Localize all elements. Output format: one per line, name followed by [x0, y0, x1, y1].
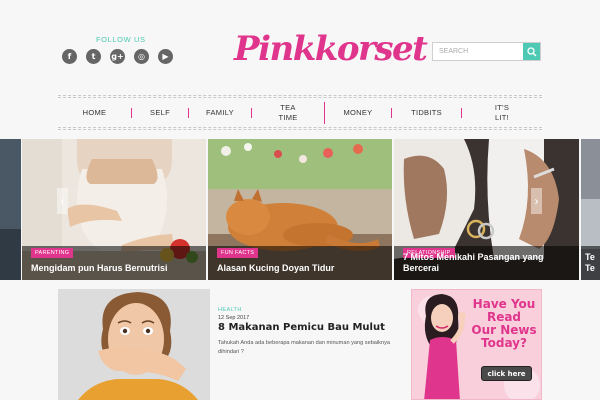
slider-next-button[interactable]: ›	[531, 188, 542, 214]
nav-item-self[interactable]: SELF	[132, 99, 188, 126]
article-date: 12 Sep 2017	[218, 315, 250, 321]
slide-title-line: Bercerai	[403, 263, 440, 273]
slide-title[interactable]: 7 Mitos Menikahi Pasangan yang Bercerai	[403, 252, 544, 274]
nav-item-family[interactable]: FAMILY	[189, 99, 251, 126]
twitter-icon[interactable]: t	[86, 49, 101, 64]
nav-item-its-lit[interactable]: IT'S LIT!	[462, 99, 542, 126]
facebook-icon[interactable]: f	[62, 49, 77, 64]
slider-prev-button[interactable]: ‹	[57, 188, 68, 214]
slide-title-line: Te	[585, 263, 595, 273]
instagram-icon[interactable]: ◎	[134, 49, 149, 64]
slide-partial-right[interactable]: Te Te	[581, 139, 600, 280]
google-plus-icon[interactable]: g+	[110, 49, 125, 64]
news-ad-banner[interactable]: Have You Read Our News Today? click here	[411, 289, 542, 400]
nav-bottom-divider-2	[58, 129, 542, 130]
nav-label: IT'S	[494, 102, 510, 112]
slide-title[interactable]: Alasan Kucing Doyan Tidur	[217, 263, 334, 274]
featured-slider: PARENTING Mengidam pun Harus Bernutrisi …	[0, 139, 600, 280]
slide-relationship[interactable]: RELATIONSHIP 7 Mitos Menikahi Pasangan y…	[394, 139, 579, 280]
main-nav: HOME SELF FAMILY TEA TIME MONEY TIDBITS …	[58, 99, 542, 126]
ad-click-here-button[interactable]: click here	[481, 366, 532, 381]
slide-category-badge[interactable]: PARENTING	[31, 248, 74, 258]
article-excerpt: Tahukah Anda ada beberapa makanan dan mi…	[218, 340, 390, 355]
nav-item-tea-time[interactable]: TEA TIME	[252, 99, 324, 126]
search-input[interactable]	[433, 43, 523, 60]
search-icon	[526, 46, 536, 56]
nav-label: TEA	[280, 102, 296, 112]
slide-partial-left[interactable]	[0, 139, 21, 280]
nav-label: FAMILY	[206, 107, 234, 117]
slide-title[interactable]: Te Te	[585, 252, 595, 274]
nav-item-tidbits[interactable]: TIDBITS	[392, 99, 461, 126]
slide-title[interactable]: Mengidam pun Harus Bernutrisi	[31, 263, 168, 274]
nav-item-money[interactable]: MONEY	[325, 99, 391, 126]
article-thumbnail[interactable]	[58, 289, 210, 400]
ad-headline: Have You Read Our News Today?	[468, 298, 540, 350]
nav-label: TIDBITS	[411, 107, 442, 117]
follow-us-label: FOLLOW US	[96, 35, 146, 44]
nav-label: TIME	[278, 112, 298, 122]
social-links: f t g+ ◎ ▶	[62, 49, 173, 64]
youtube-icon[interactable]: ▶	[158, 49, 173, 64]
ad-headline-line: Today?	[481, 336, 527, 350]
article-category[interactable]: HEALTH	[218, 307, 242, 313]
nav-bottom-divider	[58, 127, 542, 128]
article-image	[58, 289, 210, 400]
nav-label: SELF	[150, 107, 170, 117]
slide-category-badge[interactable]: FUN FACTS	[217, 248, 259, 258]
nav-item-home[interactable]: HOME	[58, 99, 131, 126]
slide-parenting[interactable]: PARENTING Mengidam pun Harus Bernutrisi	[22, 139, 206, 280]
nav-label: LIT!	[494, 112, 510, 122]
nav-top-divider	[58, 95, 542, 96]
search-button[interactable]	[523, 43, 540, 60]
search-box	[432, 42, 541, 61]
slide-title-line: Te	[585, 252, 595, 262]
article-title[interactable]: 8 Makanan Pemicu Bau Mulut	[218, 322, 385, 333]
nav-label: MONEY	[343, 107, 373, 117]
nav-top-divider-2	[58, 97, 542, 98]
site-logo[interactable]: Pinkkorset	[234, 29, 428, 69]
slide-fun-facts[interactable]: FUN FACTS Alasan Kucing Doyan Tidur	[208, 139, 392, 280]
slide-title-line: 7 Mitos Menikahi Pasangan yang	[403, 252, 544, 262]
nav-label: HOME	[82, 107, 107, 117]
slide-image	[0, 139, 21, 280]
